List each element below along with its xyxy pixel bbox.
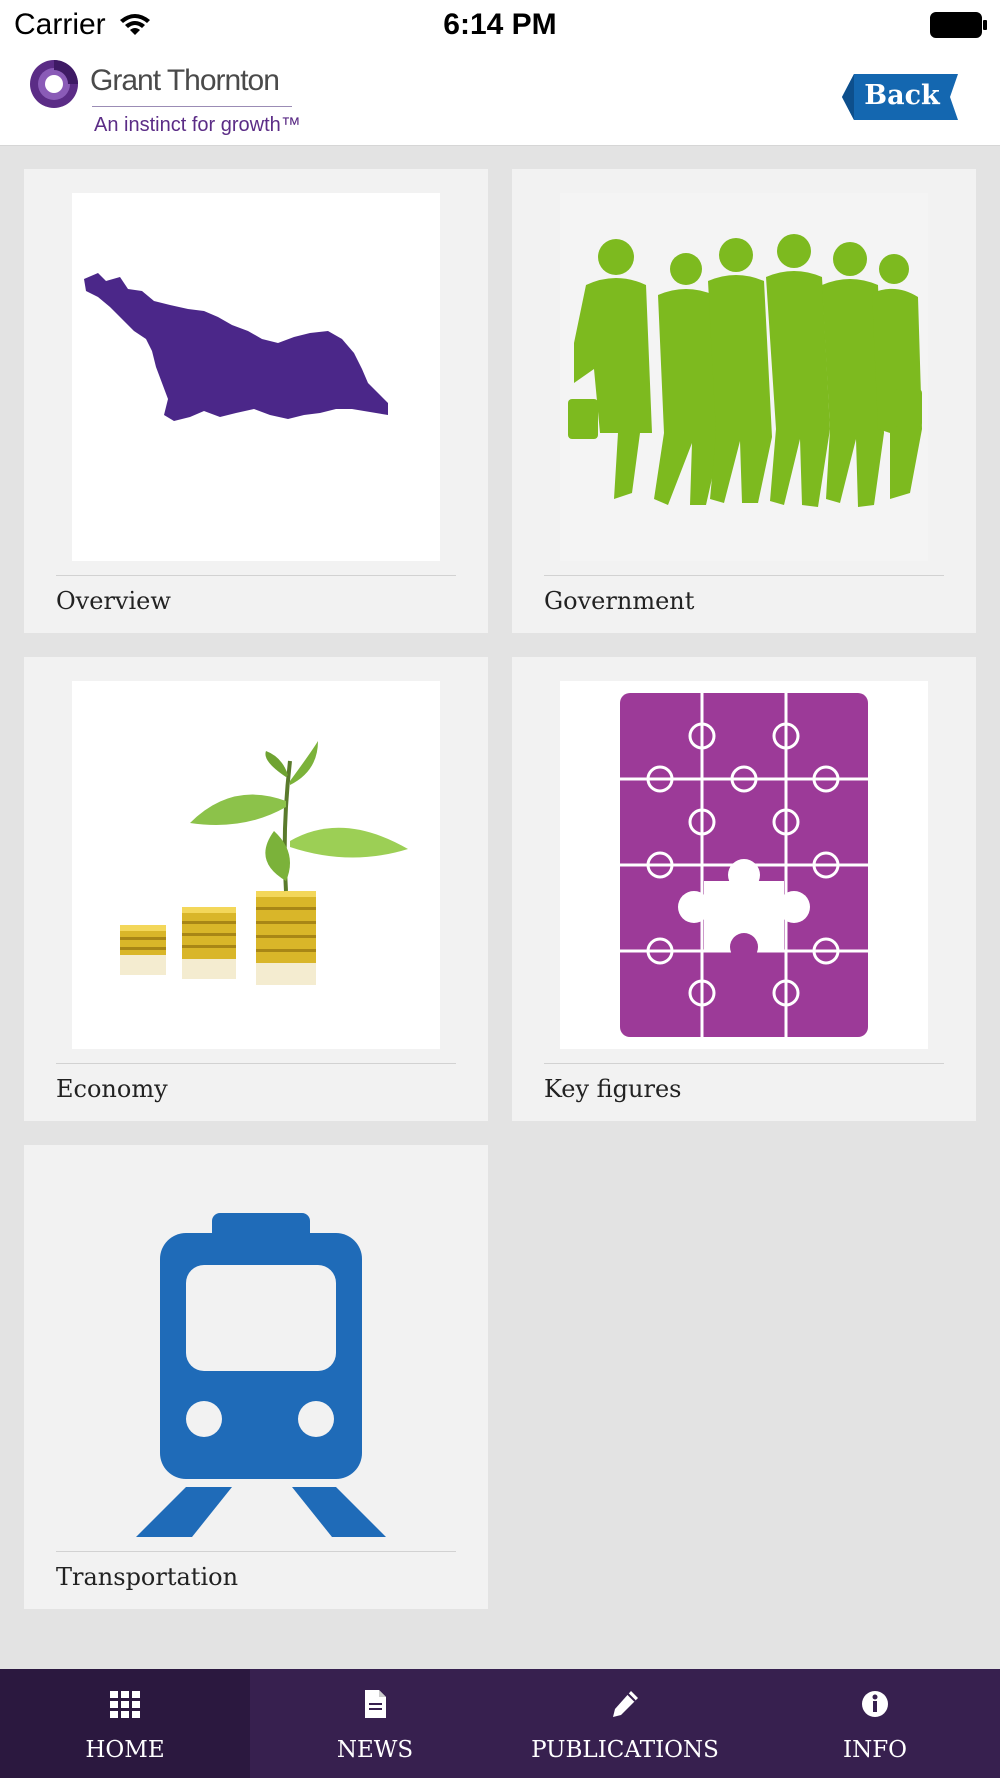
- tile-label: Key figures: [544, 1075, 682, 1103]
- tab-news[interactable]: NEWS: [250, 1669, 500, 1778]
- tile-overview[interactable]: Overview: [24, 169, 488, 633]
- grid-icon: [110, 1691, 140, 1718]
- battery-icon: [930, 12, 987, 38]
- tile-transportation[interactable]: Transportation: [24, 1145, 488, 1609]
- tile-divider: [56, 1551, 456, 1552]
- logo-tagline: An instinct for growth™: [94, 114, 301, 136]
- tab-publications[interactable]: PUBLICATIONS: [500, 1669, 750, 1778]
- tile-economy[interactable]: Economy: [24, 657, 488, 1121]
- tab-label: INFO: [842, 1737, 908, 1763]
- tile-divider: [544, 575, 944, 576]
- tab-bar: HOME NEWS PUBLICATIONS INFO: [0, 1669, 1000, 1778]
- pencil-icon: [613, 1691, 638, 1717]
- tile-divider: [56, 1063, 456, 1064]
- clock: 6:14 PM: [443, 8, 557, 41]
- tab-label: NEWS: [336, 1737, 414, 1763]
- back-button[interactable]: Back: [840, 72, 964, 122]
- tile-divider: [56, 575, 456, 576]
- georgia-map-image: [72, 193, 440, 561]
- people-silhouette-image: [560, 193, 928, 561]
- tile-label: Overview: [56, 587, 171, 615]
- tab-label: PUBLICATIONS: [531, 1737, 719, 1763]
- train-icon: [72, 1169, 440, 1537]
- tab-info[interactable]: INFO: [750, 1669, 1000, 1778]
- plant-coins-image: [72, 681, 440, 1049]
- tile-label: Government: [544, 587, 695, 615]
- tab-home[interactable]: HOME: [0, 1669, 250, 1778]
- tile-key-figures[interactable]: Key figures: [512, 657, 976, 1121]
- app-header: Grant Thornton An instinct for growth™ B…: [0, 50, 1000, 146]
- tile-government[interactable]: Government: [512, 169, 976, 633]
- status-bar: Carrier 6:14 PM: [0, 0, 1000, 50]
- tile-divider: [544, 1063, 944, 1064]
- info-icon: [862, 1691, 888, 1717]
- tile-label: Economy: [56, 1075, 168, 1103]
- logo-name: Grant Thornton: [90, 64, 280, 97]
- tile-label: Transportation: [56, 1563, 239, 1591]
- grant-thornton-logo: Grant Thornton An instinct for growth™: [28, 54, 308, 144]
- logo-mark-icon: [30, 60, 78, 108]
- back-button-label: Back: [864, 80, 940, 111]
- puzzle-image: [560, 681, 928, 1049]
- logo-divider: [92, 106, 292, 107]
- document-icon: [365, 1690, 386, 1718]
- tab-label: HOME: [85, 1737, 165, 1763]
